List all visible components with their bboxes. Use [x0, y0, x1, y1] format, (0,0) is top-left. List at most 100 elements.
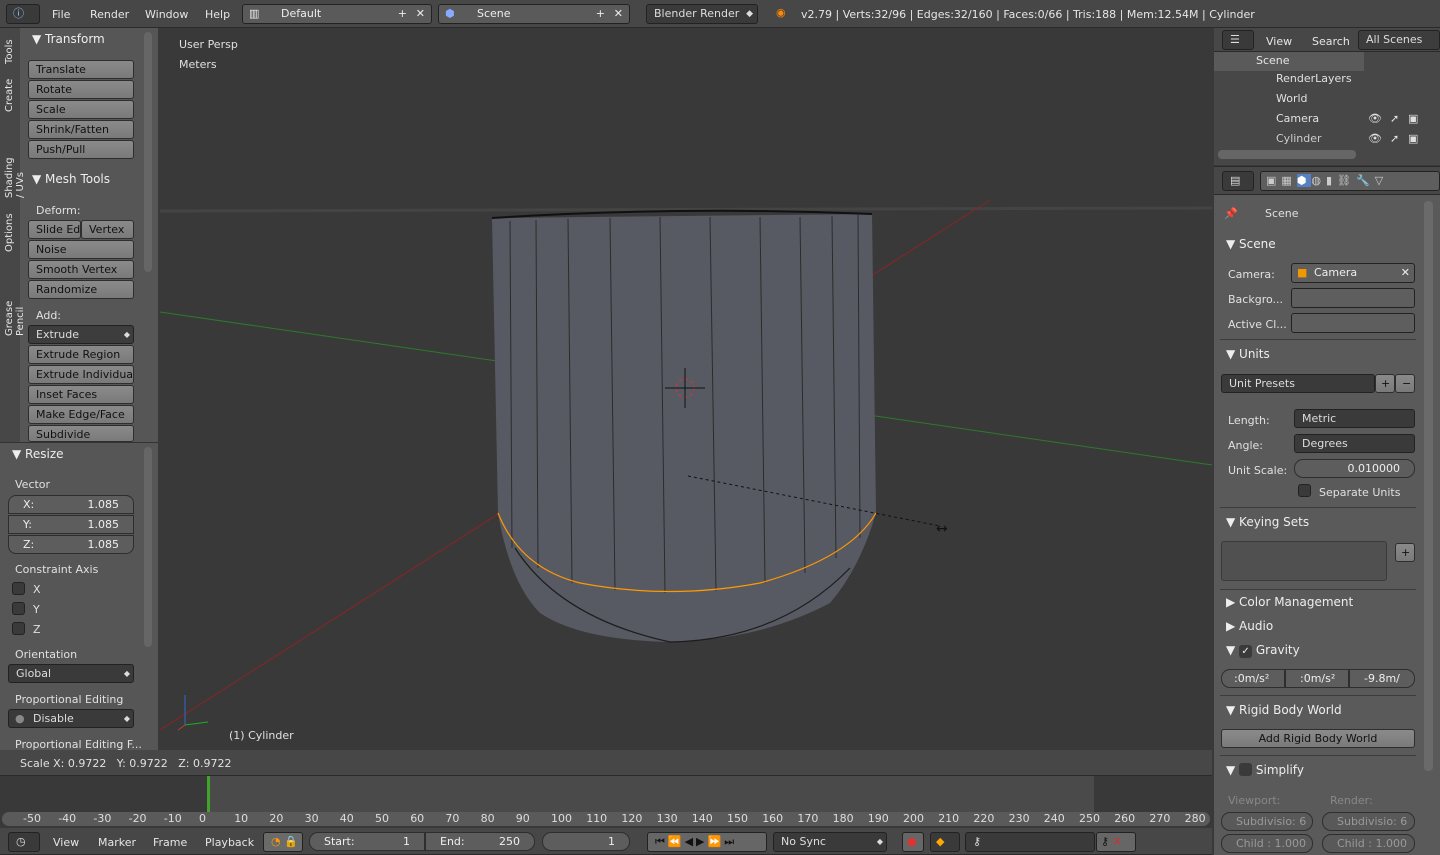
sync-mode-select[interactable]: No Sync ◆ — [773, 832, 887, 852]
outliner-editor-type[interactable]: ☰ — [1222, 30, 1254, 50]
gravity-checkbox[interactable]: ✓ — [1239, 645, 1253, 658]
add-preset-button[interactable]: + — [1375, 374, 1395, 393]
playback-controls[interactable]: ⏮⏪◀▶⏩⏭ — [647, 832, 767, 852]
unit-presets-select[interactable]: Unit Presets — [1221, 374, 1375, 393]
select-arrow-icon[interactable]: ➚ — [1390, 112, 1399, 125]
resize-panel-title[interactable]: ▼ Resize — [12, 447, 64, 461]
simplify-checkbox[interactable] — [1239, 763, 1253, 776]
slide-edge-button[interactable]: Slide Ed — [28, 220, 81, 239]
gravity-panel-title[interactable]: ▼ ✓ Gravity — [1226, 643, 1300, 658]
transform-panel-title[interactable]: ▼ Transform — [32, 32, 105, 46]
keying-set-button[interactable]: ◆ — [930, 832, 960, 852]
render-camera-icon[interactable]: ▣ — [1408, 132, 1418, 145]
slide-vertex-button[interactable]: Vertex — [81, 220, 134, 239]
proportional-editing-select[interactable]: ● Disable ◆ — [8, 709, 134, 728]
menu-help[interactable]: Help — [205, 8, 230, 21]
outliner-display-mode[interactable]: All Scenes — [1358, 30, 1440, 50]
constraint-x-checkbox[interactable] — [12, 582, 25, 595]
constraint-y-checkbox[interactable] — [12, 602, 25, 615]
current-frame-indicator[interactable] — [207, 776, 210, 812]
outliner-item-camera[interactable]: Camera — [1276, 112, 1319, 125]
timeline-menu-view[interactable]: View — [53, 836, 79, 849]
outliner-item-world[interactable]: World — [1276, 92, 1308, 105]
inset-faces-button[interactable]: Inset Faces — [28, 385, 134, 404]
color-management-panel-title[interactable]: ▶ Color Management — [1226, 595, 1353, 609]
end-frame-field[interactable]: End: 250 — [425, 832, 535, 851]
menu-file[interactable]: File — [52, 8, 70, 21]
shrink-fatten-button[interactable]: Shrink/Fatten — [28, 120, 134, 139]
layout-selector[interactable]: ▥ Default + ✕ — [242, 4, 432, 24]
close-icon[interactable]: ✕ — [614, 5, 623, 23]
outliner-item-cylinder[interactable]: Cylinder — [1276, 132, 1322, 145]
scene-selector[interactable]: ⬢ Scene + ✕ — [438, 4, 630, 24]
subdivide-button[interactable]: Subdivide — [28, 425, 134, 442]
outliner-menu-view[interactable]: View — [1266, 35, 1292, 48]
vector-z-field[interactable]: Z: 1.085 — [8, 535, 134, 554]
audio-panel-title[interactable]: ▶ Audio — [1226, 619, 1273, 633]
tab-shading-uvs[interactable]: Shading / UVs — [4, 157, 26, 198]
keying-sets-panel-title[interactable]: ▼ Keying Sets — [1226, 515, 1309, 529]
visibility-eye-icon[interactable]: 👁 — [1368, 112, 1382, 125]
add-icon[interactable]: + — [596, 5, 605, 23]
properties-scrollbar[interactable] — [1424, 201, 1433, 771]
unit-scale-field[interactable]: 0.010000 — [1294, 459, 1415, 478]
angle-select[interactable]: Degrees — [1294, 434, 1415, 453]
tab-options[interactable]: Options — [4, 213, 15, 252]
menu-render[interactable]: Render — [90, 8, 129, 21]
background-scene-field[interactable] — [1291, 288, 1415, 308]
current-frame-field[interactable]: 1 — [542, 832, 630, 851]
visibility-eye-icon[interactable]: 👁 — [1368, 132, 1382, 145]
translate-button[interactable]: Translate — [28, 60, 134, 79]
properties-editor-type[interactable]: ▤ — [1222, 171, 1254, 191]
scene-tab-icon[interactable]: ⬢ — [1296, 174, 1312, 187]
gravity-y-field[interactable]: :0m/s² — [1285, 669, 1349, 688]
tab-grease-pencil[interactable]: Grease Pencil — [4, 301, 26, 336]
timeline-menu-playback[interactable]: Playback — [205, 836, 254, 849]
rigid-body-panel-title[interactable]: ▼ Rigid Body World — [1226, 703, 1342, 717]
render-camera-icon[interactable]: ▣ — [1408, 112, 1418, 125]
add-keying-set-button[interactable]: + — [1395, 543, 1415, 562]
tool-shelf-scrollbar[interactable] — [144, 32, 152, 272]
properties-context-tabs[interactable]: ▣▦⬢◍▮⛓🔧▽ — [1260, 171, 1440, 191]
orientation-select[interactable]: Global ◆ — [8, 664, 134, 683]
make-edge-face-button[interactable]: Make Edge/Face — [28, 405, 134, 424]
active-clip-field[interactable] — [1291, 313, 1415, 333]
camera-field[interactable]: ■ Camera ✕ — [1291, 263, 1415, 283]
keying-sets-list[interactable] — [1221, 541, 1387, 581]
active-keying-set-field[interactable]: ⚷ — [965, 832, 1095, 852]
outliner-menu-search[interactable]: Search — [1312, 35, 1350, 48]
gravity-x-field[interactable]: :0m/s² — [1221, 669, 1285, 688]
add-rigid-body-world-button[interactable]: Add Rigid Body World — [1221, 729, 1415, 748]
close-icon[interactable]: ✕ — [416, 5, 425, 23]
add-icon[interactable]: + — [398, 5, 407, 23]
remove-preset-button[interactable]: − — [1395, 374, 1415, 393]
timeline[interactable] — [0, 776, 1212, 812]
scene-panel-title[interactable]: ▼ Scene — [1226, 237, 1276, 251]
push-pull-button[interactable]: Push/Pull — [28, 140, 134, 159]
smooth-vertex-button[interactable]: Smooth Vertex — [28, 260, 134, 279]
extrude-region-button[interactable]: Extrude Region — [28, 345, 134, 364]
preview-range-button[interactable]: ◔ 🔒 — [263, 832, 303, 852]
extrude-select[interactable]: Extrude ◆ — [28, 325, 134, 344]
mesh-tools-panel-title[interactable]: ▼ Mesh Tools — [32, 172, 110, 186]
menu-window[interactable]: Window — [145, 8, 188, 21]
tab-tools[interactable]: Tools — [4, 39, 15, 64]
outliner-item-scene[interactable]: Scene — [1214, 52, 1364, 71]
start-frame-field[interactable]: Start: 1 — [309, 832, 425, 851]
tab-create[interactable]: Create — [4, 79, 15, 112]
units-panel-title[interactable]: ▼ Units — [1226, 347, 1270, 361]
rotate-button[interactable]: Rotate — [28, 80, 134, 99]
vector-y-field[interactable]: Y: 1.085 — [8, 515, 134, 534]
outliner-h-scrollbar[interactable] — [1218, 150, 1356, 159]
editor-type-button[interactable]: ⓘ — [6, 4, 40, 24]
vector-x-field[interactable]: X: 1.085 — [8, 495, 134, 514]
simplify-panel-title[interactable]: ▼ Simplify — [1226, 763, 1304, 777]
extrude-individual-button[interactable]: Extrude Individual — [28, 365, 134, 384]
clear-icon[interactable]: ✕ — [1401, 264, 1410, 282]
3d-viewport[interactable]: User Persp Meters ↔ (1) Cylinder — [160, 28, 1212, 750]
timeline-menu-frame[interactable]: Frame — [153, 836, 187, 849]
record-button[interactable]: ● — [902, 832, 924, 852]
separate-units-checkbox[interactable] — [1298, 484, 1311, 497]
insert-keyframe-button[interactable]: ⚷ ✕ — [1096, 832, 1136, 852]
timeline-menu-marker[interactable]: Marker — [98, 836, 136, 849]
